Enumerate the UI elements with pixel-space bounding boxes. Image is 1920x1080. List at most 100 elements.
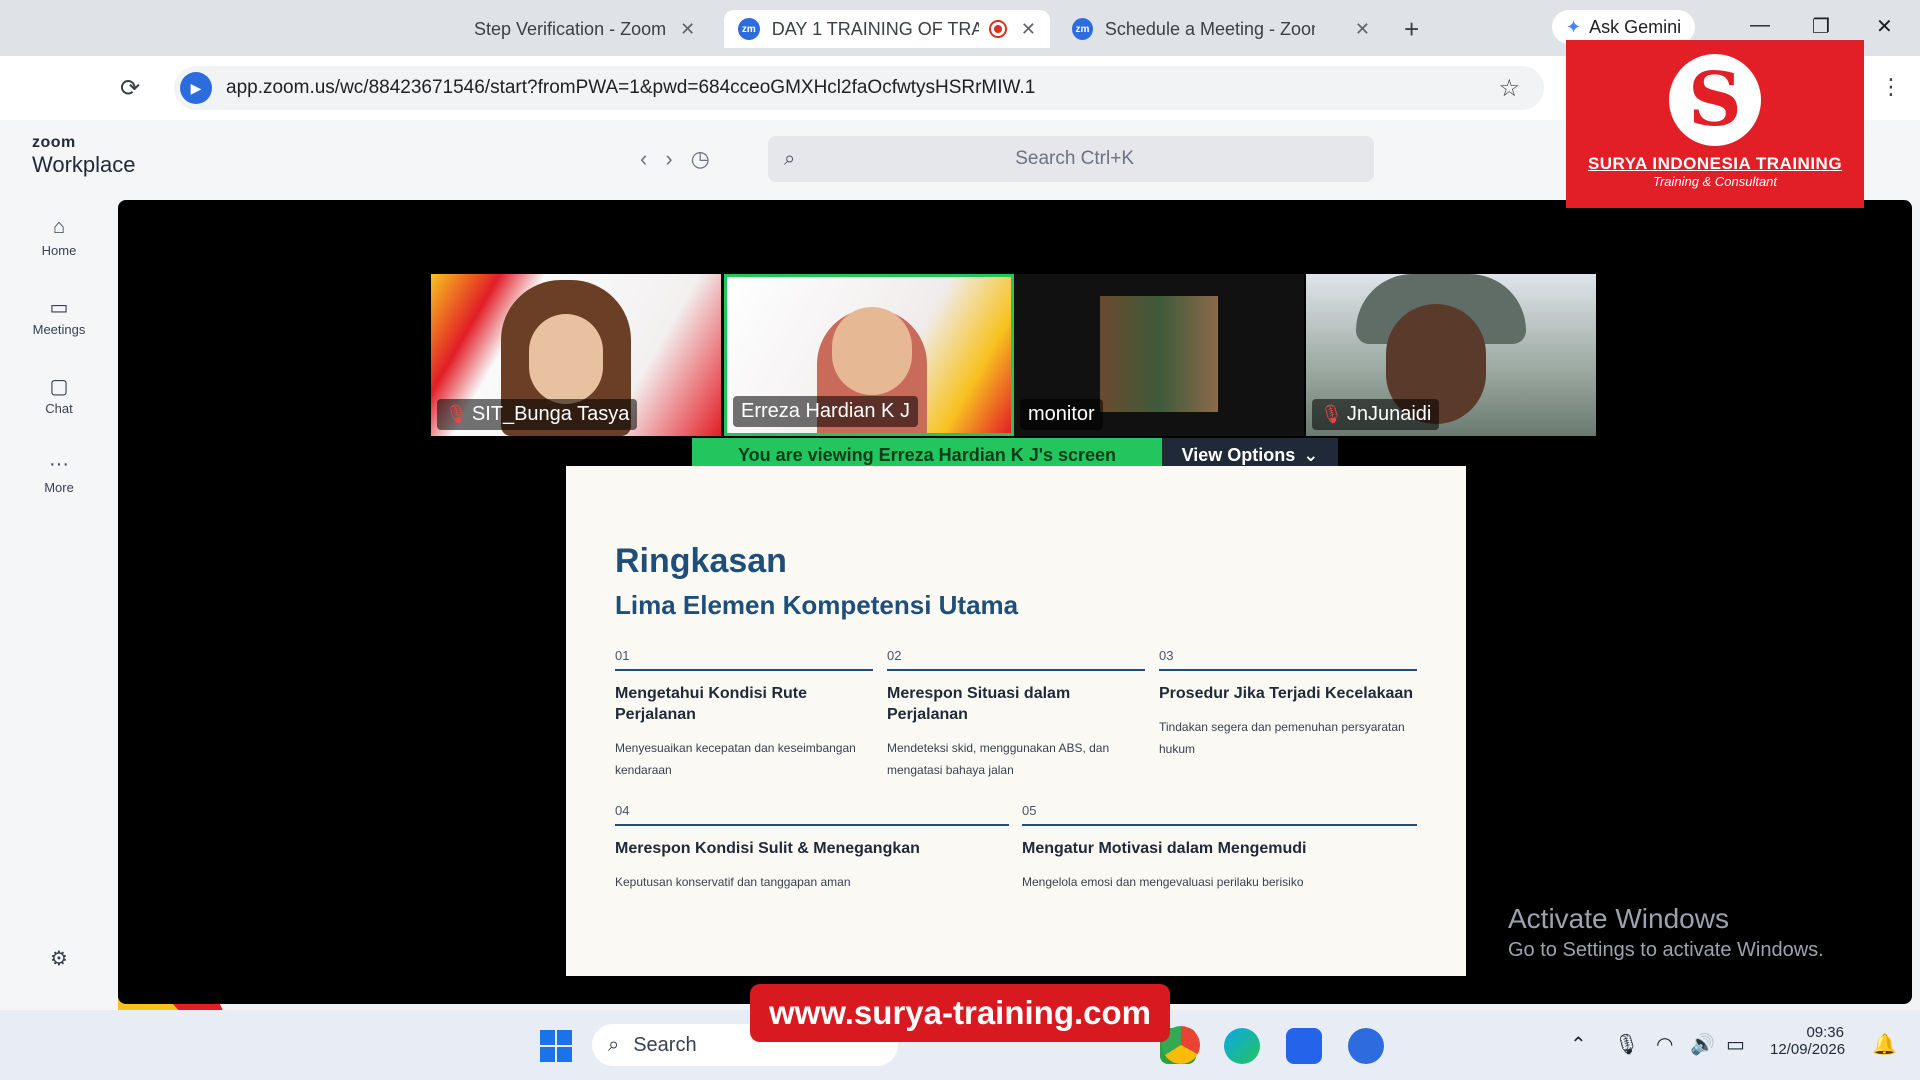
item-description: Mendeteksi skid, menggunakan ABS, dan me… (887, 741, 1110, 777)
close-icon[interactable]: ✕ (680, 19, 695, 40)
sidebar-item-meetings[interactable]: ▭ Meetings (0, 295, 118, 339)
sidebar-item-more[interactable]: ··· More (0, 453, 118, 497)
zoom-icon: zm (1072, 18, 1093, 40)
new-tab-button[interactable]: + (1404, 14, 1419, 45)
history-nav: ‹ › ◷ (640, 146, 710, 172)
sidebar-label: Meetings (32, 322, 86, 337)
battery-icon[interactable]: ▭ (1726, 1032, 1745, 1057)
item-number: 05 (1022, 803, 1417, 826)
recording-icon (989, 20, 1007, 38)
edge-icon[interactable] (1224, 1028, 1260, 1064)
ask-gemini-button[interactable]: ✦ Ask Gemini (1552, 10, 1696, 44)
microphone-icon[interactable]: 🎙 (1614, 1032, 1639, 1057)
tab-verification[interactable]: Step Verification - Zoom ✕ (460, 10, 710, 48)
bookmark-star-icon[interactable]: ☆ (1498, 74, 1520, 103)
minimize-icon[interactable]: — (1750, 14, 1770, 37)
sidebar-label: Home (41, 243, 77, 258)
sidebar-item-home[interactable]: ⌂ Home (0, 216, 118, 260)
item-description: Keputusan konservatif dan tanggapan aman (615, 875, 851, 889)
restore-icon[interactable]: ❐ (1812, 14, 1830, 39)
store-icon[interactable] (1286, 1028, 1322, 1064)
zoom-icon: zm (738, 18, 760, 40)
clock-date: 12/09/2026 (1770, 1041, 1846, 1058)
close-window-icon[interactable]: ✕ (1876, 14, 1893, 39)
more-icon: ··· (49, 453, 69, 475)
search-icon: ⌕ (784, 147, 796, 170)
participant-tile[interactable]: 🎙 SIT_Bunga Tasya (431, 274, 721, 436)
tab-label: Step Verification - Zoom (474, 18, 667, 39)
meeting-area: 🎙 SIT_Bunga Tasya Erreza Hardian K J mon… (118, 200, 1912, 1004)
taskbar-clock[interactable]: 09:36 12/09/2026 (1770, 1024, 1846, 1058)
participant-name-tag: 🎙 JnJunaidi (1312, 399, 1440, 430)
site-video-icon[interactable]: ▶ (180, 72, 212, 104)
ask-gemini-label: Ask Gemini (1589, 16, 1682, 37)
surya-s-logo-icon: S (1669, 54, 1761, 146)
sidebar-label: Chat (45, 401, 73, 416)
reload-icon[interactable]: ⟳ (120, 74, 140, 103)
chevron-down-icon: ⌄ (1303, 444, 1319, 465)
browser-menu-icon[interactable]: ⋮ (1880, 74, 1902, 100)
zoom-app-icon[interactable] (1348, 1028, 1384, 1064)
slide-item: 01 Mengetahui Kondisi Rute Perjalanan Me… (615, 648, 873, 781)
close-icon[interactable]: ✕ (1021, 19, 1036, 40)
watermark-line2: Go to Settings to activate Windows. (1508, 939, 1824, 961)
muted-mic-icon: 🎙 (445, 404, 468, 424)
address-bar[interactable]: ▶ app.zoom.us/wc/88423671546/start?fromP… (174, 66, 1544, 110)
settings-icon[interactable]: ⚙ (0, 946, 118, 972)
item-number: 04 (615, 803, 1009, 826)
windows-start-icon[interactable] (540, 1030, 572, 1062)
gemini-icon: ✦ (1566, 16, 1582, 37)
participant-video (1100, 296, 1218, 412)
zoom-logo: zoom Workplace (32, 134, 136, 178)
search-icon: ⌕ (608, 1033, 620, 1056)
website-banner: www.surya-training.com (750, 984, 1170, 1042)
view-options-label: View Options (1181, 444, 1296, 465)
item-description: Mengelola emosi dan mengevaluasi perilak… (1022, 875, 1304, 889)
forward-icon[interactable]: › (665, 146, 672, 172)
slide-item: 04 Merespon Kondisi Sulit & Menegangkan … (615, 803, 1009, 893)
watermark-line1: Activate Windows (1508, 903, 1729, 934)
logo-top: zoom (32, 134, 76, 151)
zoom-search-input[interactable]: ⌕ Search Ctrl+K (768, 136, 1374, 182)
chevron-up-icon[interactable]: ⌃ (1570, 1032, 1587, 1057)
item-description: Tindakan segera dan pemenuhan persyarata… (1159, 720, 1405, 756)
item-number: 01 (615, 648, 873, 671)
participant-name-tag: 🎙 SIT_Bunga Tasya (437, 399, 638, 430)
tab-label: Schedule a Meeting - Zoom (1104, 18, 1315, 39)
item-number: 02 (887, 648, 1145, 671)
back-icon[interactable]: ‹ (640, 146, 647, 172)
logo-bottom: Workplace (32, 152, 136, 177)
item-description: Menyesuaikan kecepatan dan keseimbangan … (615, 741, 856, 777)
sidebar-item-chat[interactable]: ▢ Chat (0, 374, 118, 418)
participant-name: JnJunaidi (1346, 403, 1432, 425)
volume-icon[interactable]: 🔊 (1690, 1032, 1715, 1057)
participant-tile[interactable]: 🎙 JnJunaidi (1306, 274, 1596, 436)
history-icon[interactable]: ◷ (691, 146, 710, 172)
url-text[interactable]: app.zoom.us/wc/88423671546/start?fromPWA… (226, 77, 1035, 99)
activate-windows-watermark: Activate Windows Go to Settings to activ… (1508, 903, 1824, 962)
tab-training[interactable]: zm DAY 1 TRAINING OF TRAINE ✕ (724, 10, 1050, 48)
home-icon: ⌂ (52, 216, 66, 238)
wifi-icon[interactable]: ◠ (1656, 1032, 1673, 1057)
sidebar-label: More (44, 480, 74, 495)
participant-tile-active-speaker[interactable]: Erreza Hardian K J (724, 274, 1014, 436)
item-number: 03 (1159, 648, 1417, 671)
brand-tagline: Training & Consultant (1652, 174, 1778, 189)
item-title: Mengetahui Kondisi Rute Perjalanan (615, 685, 807, 723)
close-icon[interactable]: ✕ (1355, 19, 1370, 40)
muted-mic-icon: 🎙 (1320, 404, 1343, 424)
notification-bell-icon[interactable]: 🔔 (1872, 1032, 1897, 1057)
item-title: Merespon Situasi dalam Perjalanan (887, 685, 1071, 723)
tab-schedule[interactable]: zm Schedule a Meeting - Zoom ✕ (1058, 10, 1384, 48)
surya-brand-logo: S SURYA INDONESIA TRAINING Training & Co… (1566, 40, 1864, 208)
zoom-sidebar: ⌂ Home ▭ Meetings ▢ Chat ··· More ⚙ (0, 200, 118, 1020)
clock-time: 09:36 (1806, 1024, 1844, 1041)
brand-name: SURYA INDONESIA TRAINING (1587, 154, 1843, 173)
participant-tile[interactable]: monitor (1014, 274, 1304, 436)
search-placeholder: Search Ctrl+K (1015, 148, 1134, 169)
participant-name: SIT_Bunga Tasya (471, 403, 630, 425)
slide-item: 05 Mengatur Motivasi dalam Mengemudi Men… (1022, 803, 1417, 893)
participant-name-tag: Erreza Hardian K J (733, 396, 918, 427)
participant-name: Erreza Hardian K J (741, 400, 910, 422)
slide-item: 02 Merespon Situasi dalam Perjalanan Men… (887, 648, 1145, 781)
